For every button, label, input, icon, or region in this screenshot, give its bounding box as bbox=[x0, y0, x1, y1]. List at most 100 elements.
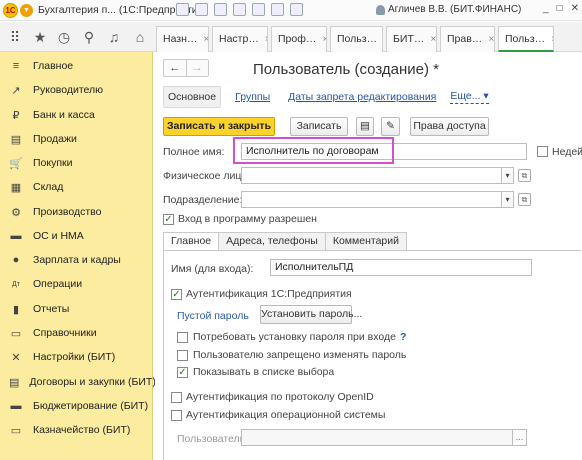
favorites-star-icon[interactable]: ★ bbox=[31, 28, 49, 46]
budget-icon: ▬ bbox=[10, 400, 22, 412]
comment-icon[interactable]: ✎ bbox=[381, 117, 400, 136]
trend-icon: ↗ bbox=[11, 84, 21, 97]
page-title: Пользователь (создание) * bbox=[253, 61, 439, 78]
inactive-label: Недей bbox=[552, 146, 582, 158]
close-tab-icon[interactable]: × bbox=[322, 33, 326, 45]
bell-icon[interactable] bbox=[290, 3, 303, 16]
minimize-button[interactable]: _ bbox=[543, 3, 549, 14]
sidebar-item-operations[interactable]: Дт Операции bbox=[0, 273, 153, 295]
close-tab-icon[interactable]: × bbox=[203, 33, 208, 45]
auth-1c-checkbox[interactable]: ✓ bbox=[171, 289, 182, 300]
save-button[interactable]: Записать bbox=[290, 117, 348, 136]
os-user-select-icon[interactable]: … bbox=[513, 429, 527, 446]
tab-window-4[interactable]: Польз…× bbox=[330, 26, 383, 52]
login-allowed-label: Вход в программу разрешен bbox=[178, 213, 317, 225]
os-user-input[interactable] bbox=[241, 429, 513, 446]
department-dropdown-icon[interactable]: ▾ bbox=[502, 191, 514, 208]
main-menu-icon[interactable]: ▼ bbox=[20, 4, 33, 17]
search-icon[interactable]: ⚲ bbox=[80, 28, 98, 46]
sidebar-item-payroll[interactable]: ● Зарплата и кадры bbox=[0, 249, 153, 271]
tab-window-3[interactable]: Проф… × bbox=[271, 26, 327, 52]
sidebar-item-settings-bit[interactable]: ✕ Настройки (БИТ) bbox=[0, 346, 153, 368]
help-icon[interactable]: ? bbox=[400, 331, 406, 343]
save-icon[interactable] bbox=[214, 3, 227, 16]
department-input[interactable] bbox=[241, 191, 502, 208]
department-open-icon[interactable]: ⧉ bbox=[518, 193, 531, 206]
close-tab-icon[interactable]: × bbox=[265, 33, 267, 45]
sidebar-item-reports[interactable]: ▮ Отчеты bbox=[0, 298, 153, 320]
login-allowed-checkbox[interactable]: ✓ bbox=[163, 214, 174, 225]
sidebar-item-label: ОС и НМА bbox=[33, 230, 84, 242]
sections-sidebar: ≡ Главное ↗ Руководителю ₽ Банк и касса ▤ Пр… bbox=[0, 52, 156, 460]
sidebar-item-manager[interactable]: ↗ Руководителю bbox=[0, 79, 153, 101]
calculator-icon[interactable] bbox=[176, 3, 189, 16]
title-bar: 1С ▼ Бухгалтерия п... (1С:Предприятие) А… bbox=[0, 0, 582, 21]
sidebar-item-label: Банк и касса bbox=[33, 109, 95, 121]
ruble-icon: ₽ bbox=[12, 109, 20, 122]
openid-checkbox[interactable] bbox=[171, 392, 182, 403]
history-icon[interactable]: ◷ bbox=[55, 28, 73, 46]
sidebar-item-purchases[interactable]: 🛒 Покупки bbox=[0, 152, 153, 174]
os-auth-checkbox[interactable] bbox=[171, 410, 182, 421]
sidebar-item-warehouse[interactable]: ▦ Склад bbox=[0, 176, 153, 198]
inactive-checkbox[interactable] bbox=[537, 146, 548, 157]
full-name-label: Полное имя: bbox=[163, 146, 225, 158]
login-name-input[interactable]: ИсполнительПД bbox=[270, 259, 532, 276]
forbid-change-checkbox[interactable] bbox=[177, 350, 188, 361]
back-button[interactable]: ← bbox=[164, 60, 186, 76]
sidebar-item-main[interactable]: ≡ Главное bbox=[0, 55, 153, 77]
tab-label: Назн… bbox=[163, 33, 198, 45]
close-tab-icon[interactable]: × bbox=[488, 33, 494, 45]
memory-minus-icon[interactable] bbox=[271, 3, 284, 16]
set-password-button[interactable]: Установить пароль... bbox=[260, 305, 362, 324]
person-input[interactable] bbox=[241, 167, 502, 184]
tab-window-active[interactable]: Польз… × bbox=[498, 26, 554, 52]
inner-tabs: Главное Адреса, телефоны Комментарий bbox=[163, 232, 407, 250]
access-rights-button[interactable]: Права доступа bbox=[410, 117, 489, 136]
sidebar-item-treasury-bit[interactable]: ▭ Казначейство (БИТ) bbox=[0, 419, 153, 441]
tab-window-5[interactable]: БИТ… × bbox=[386, 26, 437, 52]
tab-groups[interactable]: Группы bbox=[231, 87, 274, 107]
main-toolbar: ⠿ ★ ◷ ⚲ ♫ ⌂ Назн… × Настр… × Проф… × Польз…… bbox=[0, 22, 582, 52]
sidebar-item-label: Главное bbox=[33, 60, 74, 72]
person-dropdown-icon[interactable]: ▾ bbox=[502, 167, 514, 184]
tab-edit-lock-dates[interactable]: Даты запрета редактирования bbox=[284, 87, 440, 107]
highlight-frame bbox=[233, 137, 394, 164]
sidebar-item-label: Договоры и закупки (БИТ) bbox=[29, 376, 156, 388]
sections-grid-icon[interactable]: ⠿ bbox=[6, 28, 24, 46]
sidebar-item-contracts-bit[interactable]: ▤ Договоры и закупки (БИТ) bbox=[0, 371, 156, 393]
show-in-list-checkbox[interactable]: ✓ bbox=[177, 367, 188, 378]
sidebar-item-bank[interactable]: ₽ Банк и касса bbox=[0, 104, 153, 126]
more-menu[interactable]: Еще... ▾ bbox=[450, 90, 489, 104]
tab-window-6[interactable]: Прав… × bbox=[440, 26, 495, 52]
memory-plus-icon[interactable] bbox=[252, 3, 265, 16]
inner-tab-main[interactable]: Главное bbox=[163, 232, 220, 250]
treasury-icon: ▭ bbox=[10, 424, 22, 437]
calendar-icon[interactable] bbox=[195, 3, 208, 16]
tab-window-1[interactable]: Назн… × bbox=[156, 26, 209, 52]
empty-password-status: Пустой пароль bbox=[177, 310, 249, 322]
save-and-close-button[interactable]: Записать и закрыть bbox=[163, 117, 275, 136]
home-icon[interactable]: ⌂ bbox=[131, 28, 149, 46]
close-tab-icon[interactable]: × bbox=[430, 33, 436, 45]
sidebar-item-fixed-assets[interactable]: ▬ ОС и НМА bbox=[0, 225, 153, 247]
forward-button[interactable]: → bbox=[185, 60, 209, 76]
sidebar-item-sales[interactable]: ▤ Продажи bbox=[0, 128, 153, 150]
tab-main[interactable]: Основное bbox=[163, 86, 222, 108]
notifications-bell-icon[interactable]: ♫ bbox=[105, 28, 123, 46]
close-tab-icon[interactable]: × bbox=[551, 33, 553, 45]
inner-tab-comment[interactable]: Комментарий bbox=[324, 232, 407, 250]
current-user[interactable]: Агличев В.В. (БИТ.ФИНАНС) bbox=[388, 4, 521, 15]
report-icon[interactable]: ▤ bbox=[356, 117, 374, 136]
sidebar-item-catalogs[interactable]: ▭ Справочники bbox=[0, 322, 153, 344]
print-icon[interactable] bbox=[233, 3, 246, 16]
tab-window-2[interactable]: Настр… × bbox=[212, 26, 268, 52]
person-open-icon[interactable]: ⧉ bbox=[518, 169, 531, 182]
require-password-checkbox[interactable] bbox=[177, 332, 188, 343]
sidebar-item-budgeting-bit[interactable]: ▬ Бюджетирование (БИТ) bbox=[0, 395, 153, 417]
inner-tab-addresses[interactable]: Адреса, телефоны bbox=[218, 232, 326, 250]
sidebar-item-production[interactable]: ⚙ Производство bbox=[0, 201, 153, 223]
maximize-button[interactable]: □ bbox=[557, 3, 563, 14]
close-window-button[interactable]: ✕ bbox=[571, 3, 579, 14]
tab-label: Польз… bbox=[337, 33, 378, 45]
